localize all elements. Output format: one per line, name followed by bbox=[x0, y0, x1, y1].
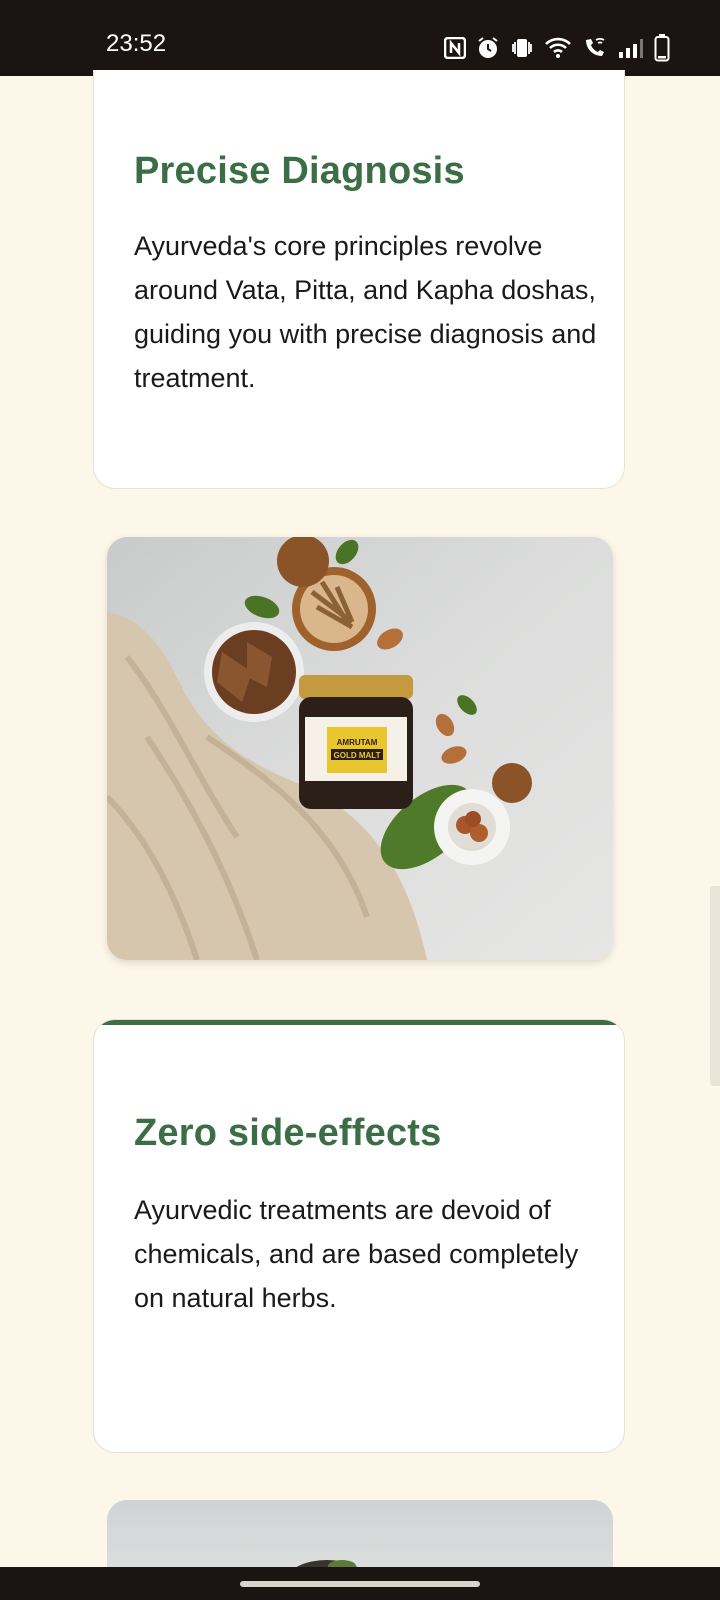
alarm-icon bbox=[476, 36, 500, 60]
vibrate-icon bbox=[510, 36, 534, 60]
feature-card-zero-side-effects: Zero side-effects Ayurvedic treatments a… bbox=[93, 1019, 625, 1453]
wifi-icon bbox=[544, 37, 572, 59]
scroll-handle[interactable] bbox=[710, 886, 720, 1086]
signal-icon bbox=[618, 37, 644, 59]
feature-card-precise-diagnosis: Precise Diagnosis Ayurveda's core princi… bbox=[93, 70, 625, 489]
wifi-calling-icon bbox=[582, 36, 608, 60]
battery-icon bbox=[654, 34, 670, 62]
card-description: Ayurveda's core principles revolve aroun… bbox=[134, 231, 597, 393]
status-time: 23:52 bbox=[106, 30, 167, 57]
status-bar: 23:52 bbox=[0, 0, 720, 76]
status-icons bbox=[444, 34, 670, 62]
nfc-icon bbox=[444, 37, 466, 59]
card-description: Ayurvedic treatments are devoid of chemi… bbox=[134, 1195, 579, 1313]
home-gesture-handle[interactable] bbox=[240, 1581, 480, 1587]
jar-label-line1: AMRUTAM bbox=[337, 738, 378, 747]
card-title: Precise Diagnosis bbox=[134, 150, 465, 192]
product-image: AMRUTAM GOLD MALT bbox=[107, 537, 613, 960]
navigation-bar bbox=[0, 1567, 720, 1600]
jar-label-line2: GOLD MALT bbox=[334, 751, 381, 760]
card-accent-border bbox=[94, 1020, 624, 1025]
card-title: Zero side-effects bbox=[134, 1112, 442, 1154]
